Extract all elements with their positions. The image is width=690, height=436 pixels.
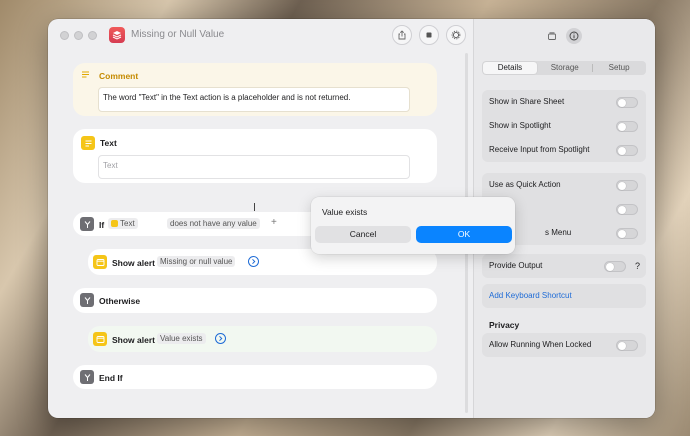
alert-message: Value exists: [322, 207, 368, 217]
option-provide-output: Provide Output ?: [482, 254, 646, 278]
add-condition-button[interactable]: +: [271, 217, 277, 228]
otherwise-label: Otherwise: [99, 296, 141, 306]
show-alert-action-2[interactable]: Show alert Value exists: [88, 326, 437, 352]
show-alert-label-1: Show alert: [112, 258, 155, 268]
end-if-action[interactable]: End If: [73, 365, 437, 389]
if-condition-chip[interactable]: does not have any value: [167, 218, 260, 229]
alert-message-chip-1[interactable]: Missing or null value: [157, 256, 236, 267]
alert-icon: [93, 332, 107, 346]
alert-dialog: Value exists Cancel OK: [311, 197, 515, 254]
option-show-in-share-sheet: Show in Share Sheet: [482, 90, 646, 114]
close-window-button[interactable]: [60, 31, 69, 40]
quick-action-toggle[interactable]: [616, 180, 638, 191]
privacy-group: Allow Running When Locked: [482, 333, 646, 357]
spotlight-toggle[interactable]: [616, 121, 638, 132]
end-if-label: End If: [99, 373, 123, 383]
cancel-button[interactable]: Cancel: [315, 226, 411, 243]
privacy-heading: Privacy: [489, 320, 520, 330]
share-sheet-toggle[interactable]: [616, 97, 638, 108]
spotlight-input-toggle[interactable]: [616, 145, 638, 156]
library-icon: [548, 32, 556, 40]
if-label: If: [99, 220, 105, 230]
expand-chevron-icon[interactable]: [248, 256, 259, 267]
comment-icon: [81, 70, 90, 79]
alert-icon: [93, 255, 107, 269]
info-button[interactable]: [566, 28, 582, 44]
share-button[interactable]: [392, 25, 412, 45]
stop-button[interactable]: [419, 25, 439, 45]
share-icon: [398, 30, 406, 40]
text-action[interactable]: Text Text: [73, 129, 437, 183]
shortcut-icon[interactable]: [109, 27, 125, 43]
if-variable-chip[interactable]: Text: [108, 218, 138, 229]
window-title: Missing or Null Value: [131, 29, 225, 40]
provide-output-toggle[interactable]: [604, 261, 626, 272]
tab-storage[interactable]: Storage: [538, 61, 592, 75]
comment-action[interactable]: Comment The word "Text" in the Text acti…: [73, 63, 437, 116]
add-keyboard-shortcut-button[interactable]: Add Keyboard Shortcut: [482, 284, 646, 308]
stop-icon: [426, 32, 432, 38]
minimize-window-button[interactable]: [74, 31, 83, 40]
sidebar-tabs: Details Storage Setup: [482, 61, 646, 75]
hidden-option-toggle[interactable]: [616, 204, 638, 215]
allow-locked-toggle[interactable]: [616, 340, 638, 351]
text-cursor: [254, 203, 255, 211]
zoom-window-button[interactable]: [88, 31, 97, 40]
text-variable-icon: [111, 220, 118, 227]
library-button[interactable]: [544, 28, 560, 44]
ok-button[interactable]: OK: [416, 226, 512, 243]
gear-icon: [451, 30, 461, 40]
menu-toggle[interactable]: [616, 228, 638, 239]
comment-text-field[interactable]: The word "Text" in the Text action is a …: [98, 87, 410, 112]
otherwise-action[interactable]: Otherwise: [73, 288, 437, 313]
provide-output-group: Provide Output ?: [482, 254, 646, 278]
keyboard-shortcut-group: Add Keyboard Shortcut: [482, 284, 646, 308]
comment-label: Comment: [99, 71, 139, 81]
titlebar: Missing or Null Value: [48, 19, 472, 53]
settings-button[interactable]: [446, 25, 466, 45]
branch-icon: [80, 293, 94, 307]
options-group-1: Show in Share Sheet Show in Spotlight Re…: [482, 90, 646, 162]
option-receive-input-spotlight: Receive Input from Spotlight: [482, 138, 646, 162]
tab-details[interactable]: Details: [483, 62, 537, 74]
branch-icon: [80, 370, 94, 384]
help-icon[interactable]: ?: [635, 254, 640, 278]
text-action-icon: [81, 136, 95, 150]
branch-icon: [80, 217, 94, 231]
alert-message-chip-2[interactable]: Value exists: [157, 333, 206, 344]
text-input[interactable]: Text: [98, 155, 410, 179]
option-allow-running-locked: Allow Running When Locked: [482, 333, 646, 357]
option-quick-action: Use as Quick Action: [482, 173, 646, 197]
tab-setup[interactable]: Setup: [592, 61, 646, 75]
option-show-in-spotlight: Show in Spotlight: [482, 114, 646, 138]
info-icon: [569, 31, 579, 41]
text-action-label: Text: [100, 138, 117, 148]
show-alert-label-2: Show alert: [112, 335, 155, 345]
expand-chevron-icon[interactable]: [215, 333, 226, 344]
